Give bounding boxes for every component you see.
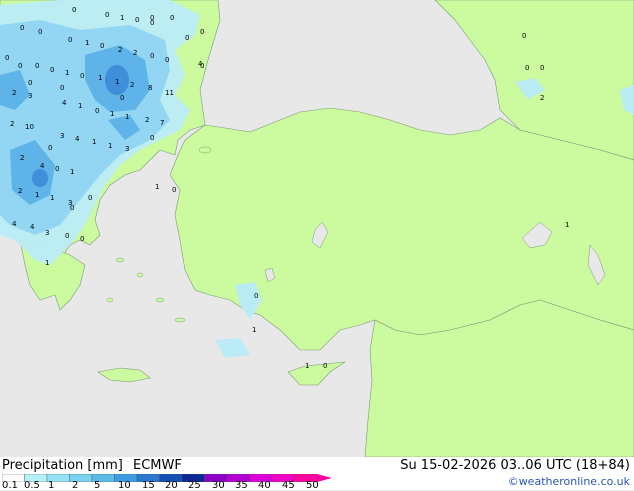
precipitation-value: 3 — [45, 229, 49, 237]
precipitation-value: 0 — [540, 64, 544, 72]
precipitation-value: 0 — [80, 235, 84, 243]
precipitation-value: 1 — [78, 102, 82, 110]
scale-tick-label: 2 — [72, 480, 79, 491]
precipitation-value: 2 — [118, 46, 122, 54]
precipitation-value: 1 — [305, 362, 309, 370]
precipitation-value: 0 — [72, 6, 76, 14]
precipitation-value: 1 — [50, 194, 54, 202]
precipitation-value: 0 — [200, 28, 204, 36]
precipitation-value: 1 — [45, 259, 49, 267]
precipitation-value: 1 — [252, 326, 256, 334]
precipitation-value: 0 — [120, 94, 124, 102]
scale-tick-label: 15 — [142, 480, 155, 491]
precipitation-value: 0 — [135, 16, 139, 24]
precipitation-value: 11 — [165, 89, 174, 97]
precipitation-value: 0 — [150, 134, 154, 142]
precipitation-value: 2 — [133, 49, 137, 57]
scale-tick-label: 10 — [118, 480, 131, 491]
precipitation-value: 2 — [12, 89, 16, 97]
precipitation-value: 2 — [145, 116, 149, 124]
precipitation-value: 0 — [60, 84, 64, 92]
scale-tick-label: 45 — [282, 480, 295, 491]
precipitation-value: 0 — [5, 54, 9, 62]
precipitation-value: 0 — [28, 79, 32, 87]
precipitation-value: 1 — [120, 14, 124, 22]
scale-tick-label: 5 — [94, 480, 101, 491]
scale-tick-label: 1 — [48, 480, 55, 491]
precipitation-value: 0 — [70, 204, 74, 212]
precipitation-value: 1 — [92, 138, 96, 146]
scale-tick-label: 0.1 — [2, 480, 18, 491]
precipitation-value: 1 — [125, 113, 129, 121]
precipitation-value: 0 — [50, 66, 54, 74]
precipitation-value: 10 — [25, 123, 34, 131]
precipitation-value: 2 — [20, 154, 24, 162]
precipitation-value: 4 — [30, 223, 35, 231]
precipitation-value: 2 — [130, 81, 134, 89]
precipitation-value: 0 — [323, 362, 327, 370]
scale-tick-label: 40 — [258, 480, 271, 491]
precipitation-value: 3 — [28, 92, 32, 100]
precipitation-value: 0 — [88, 194, 92, 202]
scale-tick-label: 20 — [165, 480, 178, 491]
scale-tick-label: 30 — [212, 480, 225, 491]
precipitation-value: 2 — [540, 94, 544, 102]
precipitation-value: 0 — [522, 32, 526, 40]
precipitation-value: 1 — [155, 183, 159, 191]
precipitation-value: 1 — [110, 110, 114, 118]
precipitation-value: 1 — [85, 39, 89, 47]
precipitation-value: 3 — [125, 145, 129, 153]
precipitation-value: 0 — [200, 62, 204, 70]
precipitation-value: 0 — [172, 186, 176, 194]
precipitation-value: 7 — [160, 119, 164, 127]
precipitation-value: 1 — [70, 168, 74, 176]
scale-arrow — [317, 474, 332, 482]
precipitation-value: 1 — [65, 69, 69, 77]
precipitation-value: 0 — [48, 144, 52, 152]
precipitation-value: 0 — [68, 36, 72, 44]
precipitation-value: 0 — [150, 14, 154, 22]
precipitation-value: 1 — [115, 78, 119, 86]
precipitation-value: 0 — [65, 232, 69, 240]
precipitation-map[interactable]: 0 0 1 0 0 0 0 0 0 0 1 0 2 2 0 0 4 0 0 0 0 0 1 0 2 3 1 1 2 8 11 2 4 1 0 1 1 2 7… — [0, 0, 634, 457]
precipitation-value: 0 — [165, 56, 169, 64]
scale-tick-label: 35 — [235, 480, 248, 491]
precipitation-value: 2 — [18, 187, 22, 195]
precipitation-value: 0 — [105, 11, 109, 19]
precipitation-value: 0 — [95, 107, 99, 115]
scale-tick-label: 25 — [188, 480, 201, 491]
precipitation-value: 1 — [98, 74, 102, 82]
precipitation-value: 0 — [150, 52, 154, 60]
precipitation-value: 0 — [18, 62, 22, 70]
scale-tick-label: 50 — [306, 480, 319, 491]
map-footer: Precipitation [mm] ECMWF Su 15-02-2026 0… — [0, 457, 634, 491]
forecast-datetime: Su 15-02-2026 03..06 UTC (18+84) — [400, 458, 630, 473]
precipitation-value: 0 — [38, 28, 42, 36]
precipitation-value: 4 — [12, 220, 17, 228]
precipitation-value: 4 — [40, 162, 45, 170]
credit-link[interactable]: ©weatheronline.co.uk — [508, 475, 630, 488]
precipitation-value: 0 — [100, 42, 104, 50]
precipitation-value: 4 — [75, 135, 80, 143]
precipitation-value: 1 — [565, 221, 569, 229]
precipitation-value: 0 — [254, 292, 258, 300]
precipitation-value: 2 — [10, 120, 14, 128]
precipitation-value: 0 — [525, 64, 529, 72]
precipitation-value: 3 — [60, 132, 64, 140]
precipitation-value: 0 — [80, 72, 84, 80]
precipitation-value: 0 — [170, 14, 174, 22]
precipitation-value: 8 — [148, 84, 152, 92]
model-name: ECMWF — [133, 458, 182, 473]
precipitation-value: 1 — [108, 142, 112, 150]
scale-tick-label: 0.5 — [24, 480, 40, 491]
precipitation-value: 0 — [55, 165, 59, 173]
precipitation-value: 0 — [185, 34, 189, 42]
precipitation-value: 0 — [35, 62, 39, 70]
precipitation-value: 0 — [20, 24, 24, 32]
map-title: Precipitation [mm] — [2, 458, 123, 473]
precipitation-value: 1 — [35, 191, 39, 199]
precipitation-value: 4 — [62, 99, 67, 107]
